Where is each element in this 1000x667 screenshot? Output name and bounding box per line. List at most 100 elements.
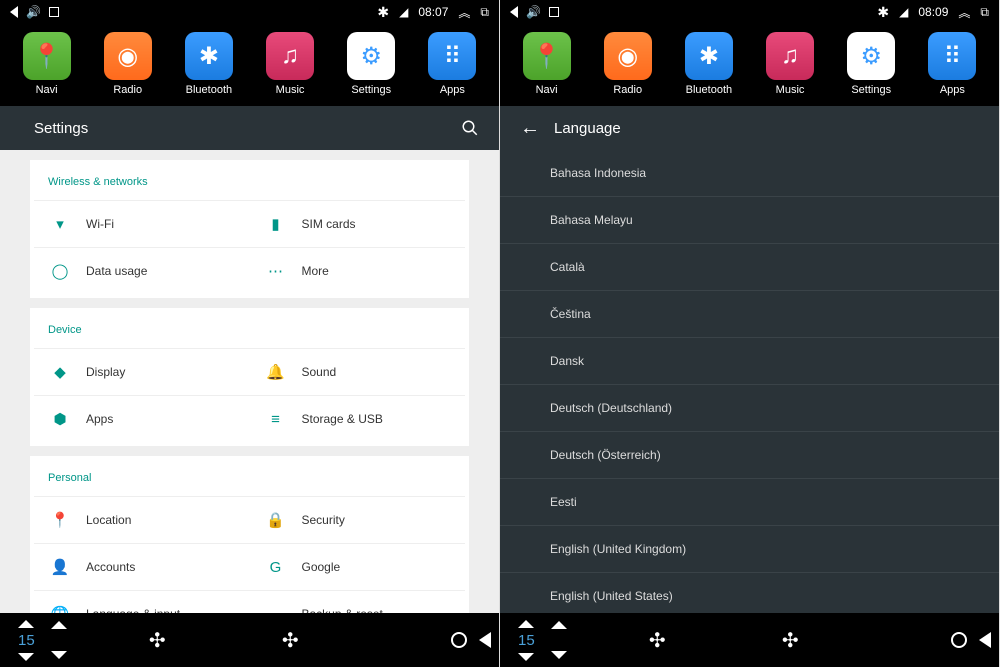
windows-icon[interactable]: ⧉ xyxy=(480,5,489,20)
app-bluetooth[interactable]: ✱Bluetooth xyxy=(685,32,733,96)
fan-down-button[interactable] xyxy=(51,651,67,659)
home-button[interactable] xyxy=(451,632,467,648)
launcher-bar: 📍Navi ◉Radio ✱Bluetooth ♫Music ⚙ Settings ⠿App… xyxy=(500,24,999,106)
clock: 08:09 xyxy=(918,5,948,19)
language-option[interactable]: English (United Kingdom) xyxy=(500,526,999,573)
setting-item-icon: ▾ xyxy=(48,215,72,233)
radio-icon: ◉ xyxy=(604,32,652,80)
app-apps[interactable]: ⠿ Apps xyxy=(428,32,476,96)
fan-up-button[interactable] xyxy=(51,621,67,629)
nav-back-button[interactable] xyxy=(979,632,991,648)
fan-icon-2[interactable]: ✣ xyxy=(282,628,299,653)
language-option[interactable]: English (United States) xyxy=(500,573,999,613)
app-bluetooth[interactable]: ✱Bluetooth xyxy=(185,32,233,96)
bottom-bar: 15 ✣ ✣ xyxy=(500,613,999,667)
setting-item-icon: ☁ xyxy=(264,605,288,613)
app-label: Settings xyxy=(851,84,891,96)
chevron-up-icon[interactable]: ︽ xyxy=(958,4,970,21)
setting-item-label: More xyxy=(302,264,329,278)
signal-icon: ◢ xyxy=(899,5,908,19)
home-button[interactable] xyxy=(951,632,967,648)
language-option[interactable]: Bahasa Indonesia xyxy=(500,150,999,197)
temp-down-button[interactable] xyxy=(518,653,534,661)
setting-item-icon: ≡ xyxy=(264,411,288,428)
setting-google[interactable]: GGoogle xyxy=(250,543,466,590)
app-label: Navi xyxy=(36,84,58,96)
setting-storage-usb[interactable]: ≡Storage & USB xyxy=(250,395,466,442)
bluetooth-status-icon: ✱ xyxy=(877,4,889,21)
setting-item-icon: ◆ xyxy=(48,363,72,381)
language-option[interactable]: Deutsch (Deutschland) xyxy=(500,385,999,432)
setting-item-label: Display xyxy=(86,365,125,379)
setting-item-icon: 📍 xyxy=(48,511,72,529)
temp-down-button[interactable] xyxy=(18,653,34,661)
fan-icon[interactable]: ✣ xyxy=(649,628,666,653)
settings-section: Wireless & networks▾Wi-Fi▮SIM cards ◯ Data… xyxy=(30,160,469,298)
setting-item-icon: ⬢ xyxy=(48,410,72,428)
setting-security[interactable]: 🔒Security xyxy=(250,496,466,543)
app-settings[interactable]: ⚙Settings xyxy=(347,32,395,96)
temp-up-button[interactable] xyxy=(518,620,534,628)
page-title: Settings xyxy=(34,120,88,137)
section-title: Device xyxy=(34,320,465,348)
chevron-up-icon[interactable]: ︽ xyxy=(458,4,470,21)
app-apps[interactable]: ⠿Apps xyxy=(928,32,976,96)
language-option[interactable]: Eesti xyxy=(500,479,999,526)
bluetooth-status-icon: ✱ xyxy=(377,4,389,21)
fan-icon[interactable]: ✣ xyxy=(149,628,166,653)
setting-item-label: Data usage xyxy=(86,264,147,278)
setting-item-label: Apps xyxy=(86,412,113,426)
setting-wi-fi[interactable]: ▾Wi-Fi xyxy=(34,200,250,247)
setting-sound[interactable]: 🔔Sound xyxy=(250,348,466,395)
app-radio[interactable]: ◉Radio xyxy=(604,32,652,96)
settings-icon: ⚙ xyxy=(847,32,895,80)
section-title: Wireless & networks xyxy=(34,172,465,200)
nav-back-button[interactable] xyxy=(479,632,491,648)
back-triangle-icon[interactable] xyxy=(10,6,18,18)
app-label: Bluetooth xyxy=(686,84,732,96)
app-radio[interactable]: ◉Radio xyxy=(104,32,152,96)
setting-data-usage[interactable]: ◯ Data usage xyxy=(34,247,250,294)
app-label: Apps xyxy=(940,84,965,96)
fan-icon-2[interactable]: ✣ xyxy=(782,628,799,653)
language-option[interactable]: Čeština xyxy=(500,291,999,338)
section-title: Personal xyxy=(34,468,465,496)
temp-up-button[interactable] xyxy=(18,620,34,628)
setting-item-icon: ◯ xyxy=(48,262,72,280)
screen-settings: 🔊 ✱ ◢ 08:07 ︽ ⧉ 📍Navi◉Radio✱Bluetooth♫Mu… xyxy=(0,0,500,667)
setting-display[interactable]: ◆ Display xyxy=(34,348,250,395)
setting-item-icon: 🔒 xyxy=(264,511,288,529)
setting-backup-reset[interactable]: ☁Backup & reset xyxy=(250,590,466,613)
language-option[interactable]: Deutsch (Österreich) xyxy=(500,432,999,479)
windows-icon[interactable]: ⧉ xyxy=(980,5,989,20)
setting-more[interactable]: ⋯More xyxy=(250,247,466,294)
clock: 08:07 xyxy=(418,5,448,19)
setting-accounts[interactable]: 👤Accounts xyxy=(34,543,250,590)
fan-down-button[interactable] xyxy=(551,651,567,659)
language-option[interactable]: Bahasa Melayu xyxy=(500,197,999,244)
navi-icon: 📍 xyxy=(523,32,571,80)
setting-location[interactable]: 📍 Location xyxy=(34,496,250,543)
setting-sim-cards[interactable]: ▮SIM cards xyxy=(250,200,466,247)
app-navi[interactable]: 📍Navi xyxy=(523,32,571,96)
settings-section: Device ◆ Display 🔔Sound ⬢ Apps ≡Storage & USB xyxy=(30,308,469,446)
search-icon[interactable] xyxy=(461,119,479,137)
setting-apps[interactable]: ⬢ Apps xyxy=(34,395,250,442)
back-triangle-icon[interactable] xyxy=(510,6,518,18)
setting-item-label: Location xyxy=(86,513,131,527)
apps-icon: ⠿ xyxy=(428,32,476,80)
back-arrow-icon[interactable]: ← xyxy=(520,117,540,140)
language-option[interactable]: Dansk xyxy=(500,338,999,385)
language-option[interactable]: Català xyxy=(500,244,999,291)
language-header: ← Language xyxy=(500,106,999,150)
setting-language-input[interactable]: 🌐Language & input xyxy=(34,590,250,613)
screen-language: 🔊 ✱ ◢ 08:09 ︽ ⧉ 📍Navi◉Radio✱Bluetooth♫Mu… xyxy=(500,0,1000,667)
launcher-bar: 📍Navi ◉Radio ✱Bluetooth ♫Music ⚙Settings ⠿ App… xyxy=(0,24,499,106)
app-music[interactable]: ♫Music xyxy=(766,32,814,96)
settings-header: Settings xyxy=(0,106,499,150)
app-settings[interactable]: ⚙ Settings xyxy=(847,32,895,96)
app-navi[interactable]: 📍Navi xyxy=(23,32,71,96)
app-music[interactable]: ♫Music xyxy=(266,32,314,96)
fan-up-button[interactable] xyxy=(551,621,567,629)
app-label: Apps xyxy=(440,84,465,96)
